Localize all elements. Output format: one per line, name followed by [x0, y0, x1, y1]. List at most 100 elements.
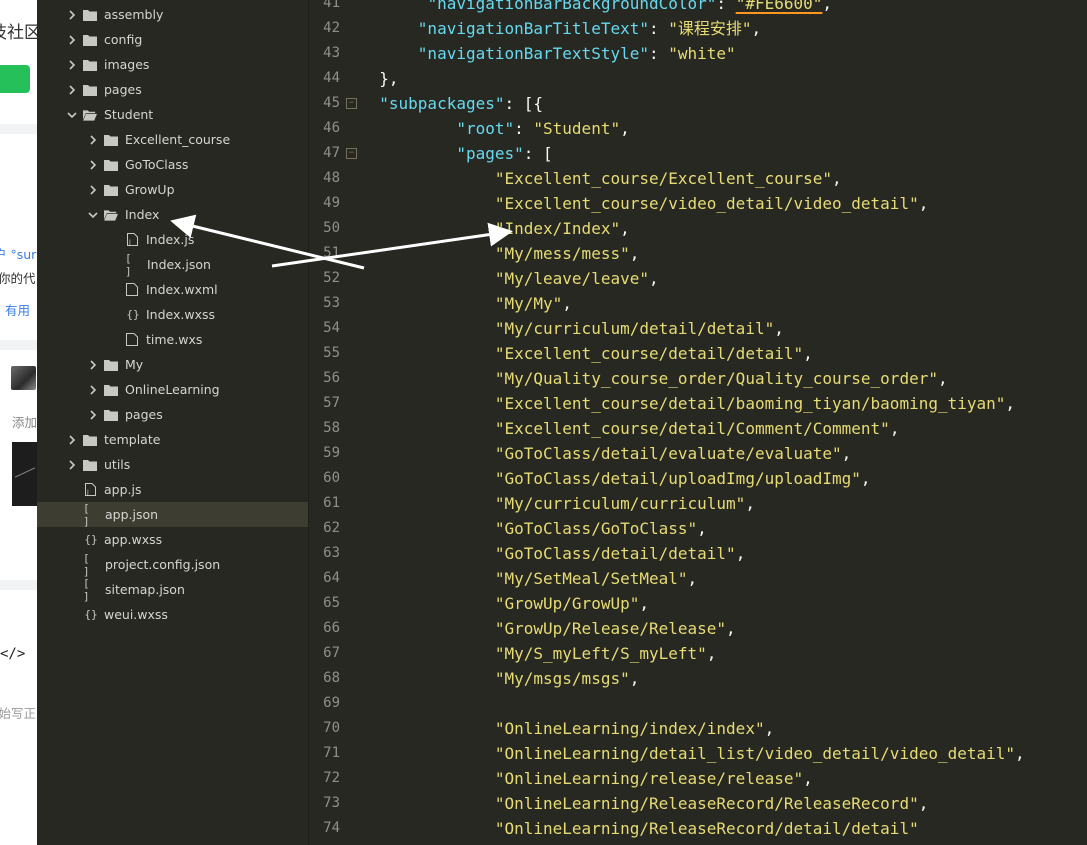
code-line[interactable]: 73 "OnlineLearning/ReleaseRecord/Release… [309, 791, 1087, 816]
code-line[interactable]: 71 "OnlineLearning/detail_list/video_det… [309, 741, 1087, 766]
chevron-right-icon[interactable] [86, 133, 100, 147]
code-line[interactable]: 43 "navigationBarTextStyle": "white" [309, 41, 1087, 66]
code-line[interactable]: 69 [309, 691, 1087, 716]
tree-file[interactable]: time.wxs [37, 327, 308, 352]
code-line[interactable]: 50 "Index/Index", [309, 216, 1087, 241]
tree-folder[interactable]: template [37, 427, 308, 452]
chevron-right-icon[interactable] [65, 33, 79, 47]
code-line[interactable]: 47− "pages": [ [309, 141, 1087, 166]
code-line[interactable]: 65 "GrowUp/GrowUp", [309, 591, 1087, 616]
json-key: "pages" [456, 144, 524, 163]
code-line[interactable]: 46 "root": "Student", [309, 116, 1087, 141]
tree-folder[interactable]: GrowUp [37, 177, 308, 202]
tree-file[interactable]: [ ] sitemap.json [37, 577, 308, 603]
tree-folder[interactable]: images [37, 52, 308, 77]
chevron-right-icon[interactable] [86, 383, 100, 397]
bg-text: 技社区 [0, 23, 37, 43]
tree-file[interactable]: Japp.js [37, 477, 308, 502]
tree-folder[interactable]: config [37, 27, 308, 52]
tree-item-label: project.config.json [105, 557, 221, 572]
tree-file[interactable]: {} Index.wxss [37, 302, 308, 327]
code-line[interactable]: 72 "OnlineLearning/release/release", [309, 766, 1087, 791]
code-line[interactable]: 61 "My/curriculum/curriculum", [309, 491, 1087, 516]
json-string: "GoToClass/detail/evaluate/evaluate" [494, 444, 842, 463]
code-line[interactable]: 53 "My/My", [309, 291, 1087, 316]
code-line[interactable]: 48 "Excellent_course/Excellent_course", [309, 166, 1087, 191]
json-punctuation: , [764, 719, 775, 738]
tree-folder[interactable]: My [37, 352, 308, 377]
tree-file[interactable]: [ ] app.json [37, 502, 308, 528]
json-string: "GoToClass/detail/detail" [494, 544, 736, 563]
code-line[interactable]: 66 "GrowUp/Release/Release", [309, 616, 1087, 641]
chevron-down-icon[interactable] [86, 208, 100, 222]
code-line[interactable]: 74 "OnlineLearning/ReleaseRecord/detail/… [309, 816, 1087, 841]
tree-folder[interactable]: GoToClass [37, 152, 308, 177]
tree-item-label: Index.json [147, 257, 211, 272]
tree-file[interactable]: {} weui.wxss [37, 602, 308, 627]
code-line[interactable]: 68 "My/msgs/msgs", [309, 666, 1087, 691]
code-editor[interactable]: 41 "navigationBarBackgroundColor": "#FE6… [309, 0, 1087, 845]
code-text: "Excellent_course/detail/Comment/Comment… [360, 416, 900, 441]
tree-file[interactable]: J Index.js [37, 227, 308, 252]
code-line[interactable]: 49 "Excellent_course/video_detail/video_… [309, 191, 1087, 216]
tree-folder[interactable]: pages [37, 402, 308, 427]
chevron-right-icon[interactable] [86, 408, 100, 422]
line-number: 61 [323, 495, 340, 511]
tree-file[interactable]: {} app.wxss [37, 527, 308, 552]
chevron-right-icon[interactable] [65, 83, 79, 97]
json-string: "My/msgs/msgs" [494, 669, 630, 688]
line-number: 70 [323, 720, 340, 736]
chevron-right-icon[interactable] [65, 8, 79, 22]
code-text: "Excellent_course/Excellent_course", [360, 166, 842, 191]
tree-item-label: config [104, 32, 143, 47]
code-text: "My/mess/mess", [360, 241, 640, 266]
code-line[interactable]: 62 "GoToClass/GoToClass", [309, 516, 1087, 541]
code-icon[interactable]: </> [0, 646, 25, 662]
folder-icon [83, 83, 97, 97]
chevron-right-icon[interactable] [86, 183, 100, 197]
code-line[interactable]: 44 }, [309, 66, 1087, 91]
tree-folder[interactable]: utils [37, 452, 308, 477]
code-line[interactable]: 52 "My/leave/leave", [309, 266, 1087, 291]
line-number: 45 [323, 95, 340, 111]
code-line[interactable]: 60 "GoToClass/detail/uploadImg/uploadImg… [309, 466, 1087, 491]
chevron-down-icon[interactable] [65, 108, 79, 122]
code-line[interactable]: 54 "My/curriculum/detail/detail", [309, 316, 1087, 341]
chevron-right-icon[interactable] [65, 458, 79, 472]
chevron-right-icon[interactable] [86, 358, 100, 372]
tree-file[interactable]: [ ] project.config.json [37, 552, 308, 578]
bg-link[interactable]: 有用 [5, 300, 30, 319]
code-line[interactable]: 41 "navigationBarBackgroundColor": "#FE6… [309, 0, 1087, 16]
tree-file[interactable]: [ ] Index.json [37, 252, 308, 278]
code-line[interactable]: 42 "navigationBarTitleText": "课程安排", [309, 16, 1087, 41]
chevron-right-icon[interactable] [86, 158, 100, 172]
code-line[interactable]: 56 "My/Quality_course_order/Quality_cour… [309, 366, 1087, 391]
tree-folder[interactable]: Student [37, 102, 308, 127]
code-line[interactable]: 58 "Excellent_course/detail/Comment/Comm… [309, 416, 1087, 441]
tree-folder[interactable]: Excellent_course [37, 127, 308, 152]
tree-folder[interactable]: OnlineLearning [37, 377, 308, 402]
wxss-file-icon: {} [126, 308, 140, 321]
code-line[interactable]: 64 "My/SetMeal/SetMeal", [309, 566, 1087, 591]
code-line[interactable]: 63 "GoToClass/detail/detail", [309, 541, 1087, 566]
code-line[interactable]: 45− "subpackages": [{ [309, 91, 1087, 116]
code-line[interactable]: 51 "My/mess/mess", [309, 241, 1087, 266]
code-line[interactable]: 59 "GoToClass/detail/evaluate/evaluate", [309, 441, 1087, 466]
wxs-file-icon [125, 333, 139, 347]
fold-toggle-icon[interactable]: − [346, 98, 357, 109]
json-string: "Excellent_course/detail/detail" [494, 344, 804, 363]
tree-folder[interactable]: pages [37, 77, 308, 102]
code-line[interactable]: 57 "Excellent_course/detail/baoming_tiya… [309, 391, 1087, 416]
fold-toggle-icon[interactable]: − [346, 148, 357, 159]
chevron-right-icon[interactable] [65, 433, 79, 447]
tree-file[interactable]: Index.wxml [37, 277, 308, 302]
code-line[interactable]: 55 "Excellent_course/detail/detail", [309, 341, 1087, 366]
code-line[interactable]: 67 "My/S_myLeft/S_myLeft", [309, 641, 1087, 666]
chevron-right-icon[interactable] [65, 58, 79, 72]
json-string: "#FE6600" [735, 0, 823, 13]
code-line[interactable]: 70 "OnlineLearning/index/index", [309, 716, 1087, 741]
tree-folder[interactable]: assembly [37, 2, 308, 27]
tree-folder[interactable]: Index [37, 202, 308, 227]
json-punctuation: , [774, 319, 784, 338]
json-string: "OnlineLearning/ReleaseRecord/ReleaseRec… [494, 794, 919, 813]
